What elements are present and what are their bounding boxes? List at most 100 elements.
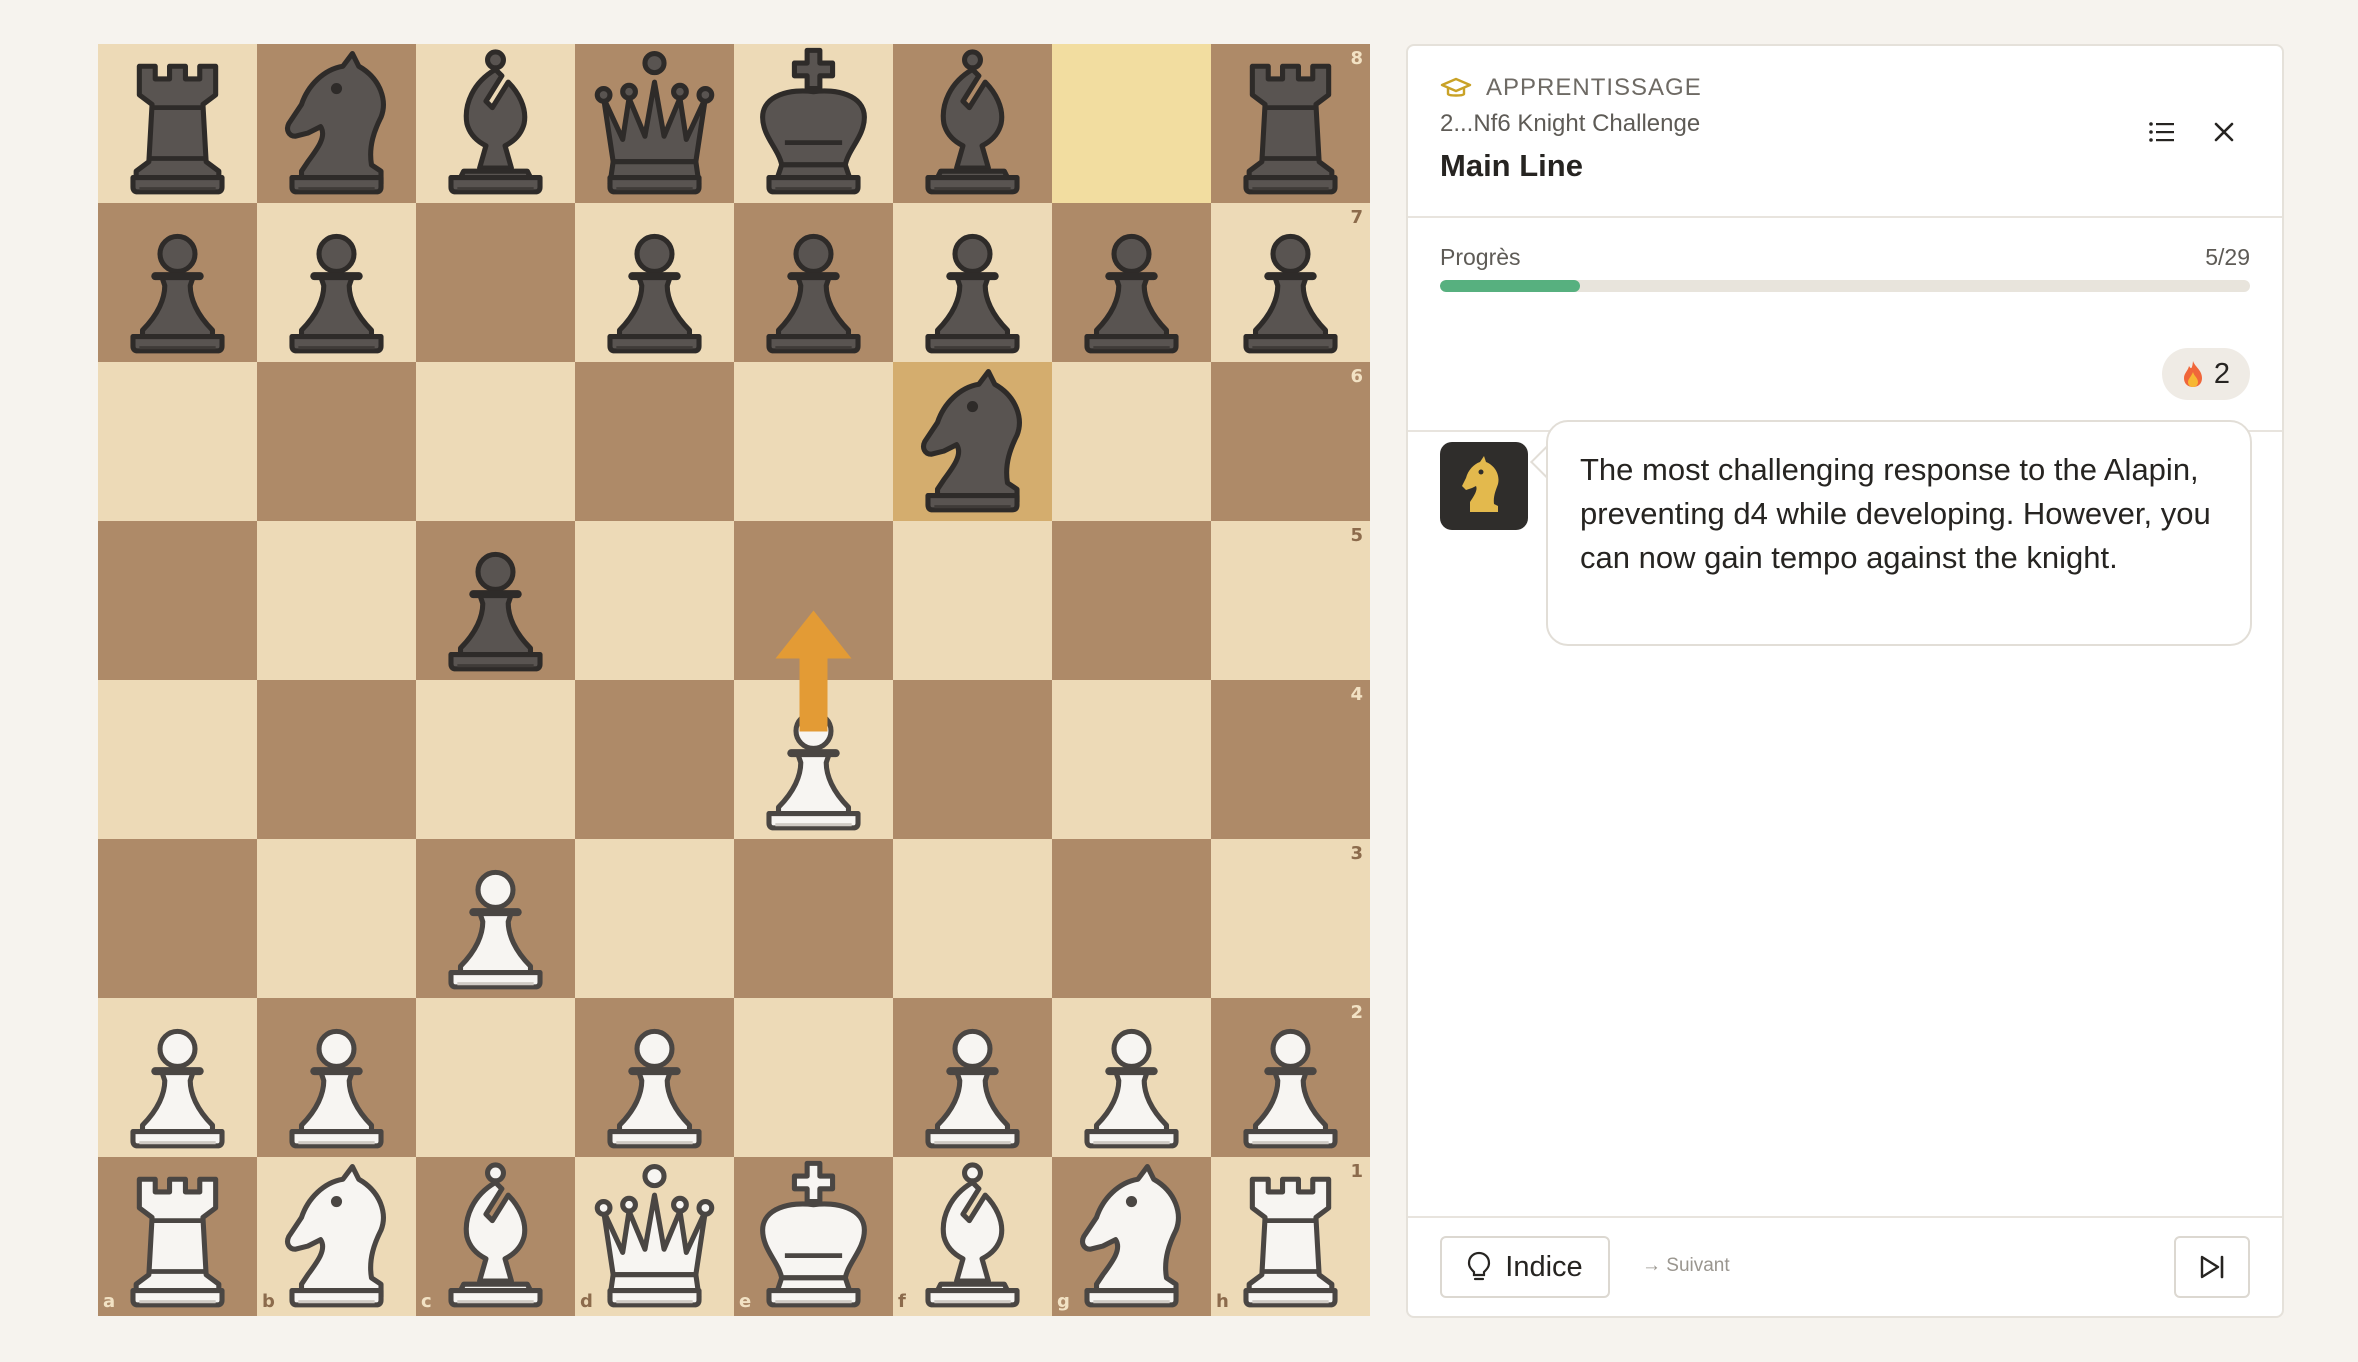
hint-button[interactable]: Indice [1440,1236,1610,1298]
square-g6[interactable] [1052,362,1211,521]
square-c7[interactable] [416,203,575,362]
square-c1[interactable]: c [416,1157,575,1316]
square-b4[interactable] [257,680,416,839]
square-h1[interactable]: 1h [1211,1157,1370,1316]
black-pawn-icon[interactable] [1052,203,1211,362]
black-bishop-icon[interactable] [893,44,1052,203]
white-pawn-icon[interactable] [1211,998,1370,1157]
next-link[interactable]: → Suivant [1642,1255,1730,1277]
square-a5[interactable] [98,521,257,680]
square-d1[interactable]: d [575,1157,734,1316]
square-g5[interactable] [1052,521,1211,680]
square-d6[interactable] [575,362,734,521]
square-a7[interactable] [98,203,257,362]
square-g1[interactable]: g [1052,1157,1211,1316]
black-pawn-icon[interactable] [575,203,734,362]
square-d2[interactable] [575,998,734,1157]
white-pawn-icon[interactable] [257,998,416,1157]
square-e2[interactable] [734,998,893,1157]
menu-button[interactable] [2142,112,2182,152]
square-b5[interactable] [257,521,416,680]
square-f7[interactable] [893,203,1052,362]
square-c4[interactable] [416,680,575,839]
black-pawn-icon[interactable] [734,203,893,362]
square-c3[interactable] [416,839,575,998]
white-knight-icon[interactable] [257,1157,416,1316]
square-c6[interactable] [416,362,575,521]
black-rook-icon[interactable] [1211,44,1370,203]
square-a6[interactable] [98,362,257,521]
white-pawn-icon[interactable] [1052,998,1211,1157]
square-f4[interactable] [893,680,1052,839]
square-f6[interactable] [893,362,1052,521]
white-rook-icon[interactable] [98,1157,257,1316]
white-bishop-icon[interactable] [893,1157,1052,1316]
square-b6[interactable] [257,362,416,521]
square-h8[interactable]: 8 [1211,44,1370,203]
white-bishop-icon[interactable] [416,1157,575,1316]
square-h4[interactable]: 4 [1211,680,1370,839]
square-a2[interactable] [98,998,257,1157]
white-pawn-icon[interactable] [575,998,734,1157]
square-b1[interactable]: b [257,1157,416,1316]
square-d4[interactable] [575,680,734,839]
square-g3[interactable] [1052,839,1211,998]
square-f1[interactable]: f [893,1157,1052,1316]
square-d3[interactable] [575,839,734,998]
white-knight-icon[interactable] [1052,1157,1211,1316]
square-c5[interactable] [416,521,575,680]
square-a8[interactable] [98,44,257,203]
square-b7[interactable] [257,203,416,362]
square-e3[interactable] [734,839,893,998]
square-a1[interactable]: a [98,1157,257,1316]
black-pawn-icon[interactable] [98,203,257,362]
square-h2[interactable]: 2 [1211,998,1370,1157]
square-c8[interactable] [416,44,575,203]
black-king-icon[interactable] [734,44,893,203]
square-a3[interactable] [98,839,257,998]
square-d8[interactable] [575,44,734,203]
white-pawn-icon[interactable] [98,998,257,1157]
white-rook-icon[interactable] [1211,1157,1370,1316]
square-f3[interactable] [893,839,1052,998]
square-e8[interactable] [734,44,893,203]
square-f5[interactable] [893,521,1052,680]
black-knight-icon[interactable] [257,44,416,203]
square-f8[interactable] [893,44,1052,203]
square-g2[interactable] [1052,998,1211,1157]
square-b8[interactable] [257,44,416,203]
black-pawn-icon[interactable] [416,521,575,680]
skip-button[interactable] [2174,1236,2250,1298]
white-queen-icon[interactable] [575,1157,734,1316]
square-h6[interactable]: 6 [1211,362,1370,521]
square-b2[interactable] [257,998,416,1157]
square-h5[interactable]: 5 [1211,521,1370,680]
black-knight-icon[interactable] [893,362,1052,521]
black-pawn-icon[interactable] [257,203,416,362]
square-a4[interactable] [98,680,257,839]
square-d5[interactable] [575,521,734,680]
square-h3[interactable]: 3 [1211,839,1370,998]
square-e1[interactable]: e [734,1157,893,1316]
white-pawn-icon[interactable] [416,839,575,998]
square-e7[interactable] [734,203,893,362]
black-queen-icon[interactable] [575,44,734,203]
square-g4[interactable] [1052,680,1211,839]
white-pawn-icon[interactable] [734,680,893,839]
square-e6[interactable] [734,362,893,521]
square-c2[interactable] [416,998,575,1157]
black-pawn-icon[interactable] [893,203,1052,362]
square-e4[interactable] [734,680,893,839]
white-king-icon[interactable] [734,1157,893,1316]
square-f2[interactable] [893,998,1052,1157]
black-pawn-icon[interactable] [1211,203,1370,362]
square-g8[interactable] [1052,44,1211,203]
black-bishop-icon[interactable] [416,44,575,203]
square-h7[interactable]: 7 [1211,203,1370,362]
square-e5[interactable] [734,521,893,680]
chess-board[interactable]: 8 7 6 5 4 3 2 a b c d e f g 1 h [98,44,1370,1316]
square-b3[interactable] [257,839,416,998]
square-g7[interactable] [1052,203,1211,362]
black-rook-icon[interactable] [98,44,257,203]
close-button[interactable] [2204,112,2244,152]
